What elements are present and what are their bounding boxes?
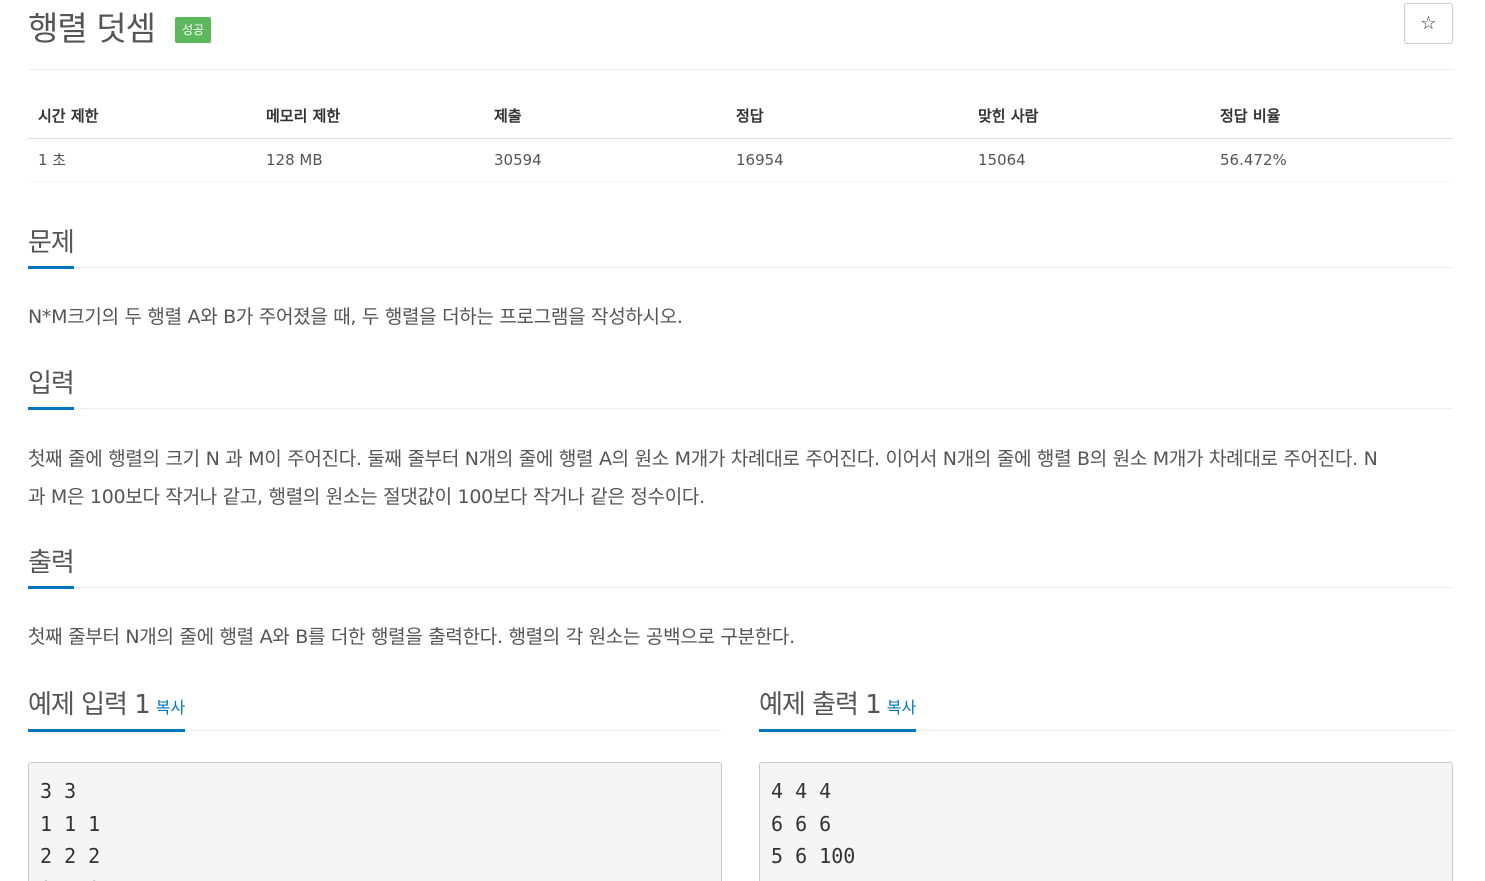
value-solved-users[interactable]: 15064 [968,138,1210,182]
sample-output-section: 예제 출력 1 복사 4 4 4 6 6 6 5 6 100 [759,683,1453,881]
description-text: N*M크기의 두 행렬 A와 B가 주어졌을 때, 두 행렬을 더하는 프로그램… [28,306,683,328]
section-header: 출력 [28,546,1453,589]
header-accepted: 정답 [726,94,968,139]
header-time-limit: 시간 제한 [28,94,256,139]
problem-description-section: 문제 N*M크기의 두 행렬 A와 B가 주어졌을 때, 두 행렬을 더하는 프… [28,226,1453,336]
header-accept-ratio: 정답 비율 [1210,94,1453,139]
page-title: 행렬 덧셈 [28,9,156,48]
sample-input-title-text: 예제 입력 1 [28,690,151,720]
input-title: 입력 [28,368,75,410]
section-header: 예제 입력 1 복사 [28,683,722,732]
output-title: 출력 [28,547,75,589]
sample-output-title: 예제 출력 1 복사 [759,684,917,732]
input-section: 입력 첫째 줄에 행렬의 크기 N 과 M이 주어진다. 둘째 줄부터 N개의 … [28,367,1453,516]
header-memory-limit: 메모리 제한 [256,94,484,139]
sample-input-title: 예제 입력 1 복사 [28,684,186,732]
problem-info-table: 시간 제한 메모리 제한 제출 정답 맞힌 사람 정답 비율 1 초 128 M… [28,94,1453,182]
copy-sample-output-link[interactable]: 복사 [887,698,916,717]
sample-input-section: 예제 입력 1 복사 3 3 1 1 1 2 2 2 0 1 0 3 3 3 4 … [28,683,722,881]
header-solved-users: 맞힌 사람 [968,94,1210,139]
star-button[interactable]: ☆ [1404,3,1453,44]
value-submissions[interactable]: 30594 [484,138,726,182]
info-header-row: 시간 제한 메모리 제한 제출 정답 맞힌 사람 정답 비율 [28,94,1453,139]
value-memory-limit: 128 MB [256,138,484,182]
output-section: 출력 첫째 줄부터 N개의 줄에 행렬 A와 B를 더한 행렬을 출력한다. 행… [28,546,1453,656]
input-text-line1: 첫째 줄에 행렬의 크기 N 과 M이 주어진다. 둘째 줄부터 N개의 줄에 … [28,448,1378,470]
status-badge: 성공 [175,17,212,43]
section-header: 문제 [28,226,1453,269]
value-accepted[interactable]: 16954 [726,138,968,182]
copy-sample-input-link[interactable]: 복사 [156,698,185,717]
value-accept-ratio: 56.472% [1210,138,1453,182]
problem-title-row: 행렬 덧셈 성공 ☆ [28,0,1453,70]
sample-output-box[interactable]: 4 4 4 6 6 6 5 6 100 [759,762,1453,881]
sample-input-box[interactable]: 3 3 1 1 1 2 2 2 0 1 0 3 3 3 4 4 4 5 5 10… [28,762,722,881]
description-title: 문제 [28,227,75,269]
section-header: 입력 [28,367,1453,410]
output-text: 첫째 줄부터 N개의 줄에 행렬 A와 B를 더한 행렬을 출력한다. 행렬의 … [28,626,795,648]
input-text-line2: 과 M은 100보다 작거나 같고, 행렬의 원소는 절댓값이 100보다 작거… [28,486,705,508]
info-value-row: 1 초 128 MB 30594 16954 15064 56.472% [28,138,1453,182]
value-time-limit: 1 초 [28,138,256,182]
section-header: 예제 출력 1 복사 [759,683,1453,732]
sample-output-title-text: 예제 출력 1 [759,690,882,720]
header-submissions: 제출 [484,94,726,139]
star-icon: ☆ [1420,13,1437,33]
